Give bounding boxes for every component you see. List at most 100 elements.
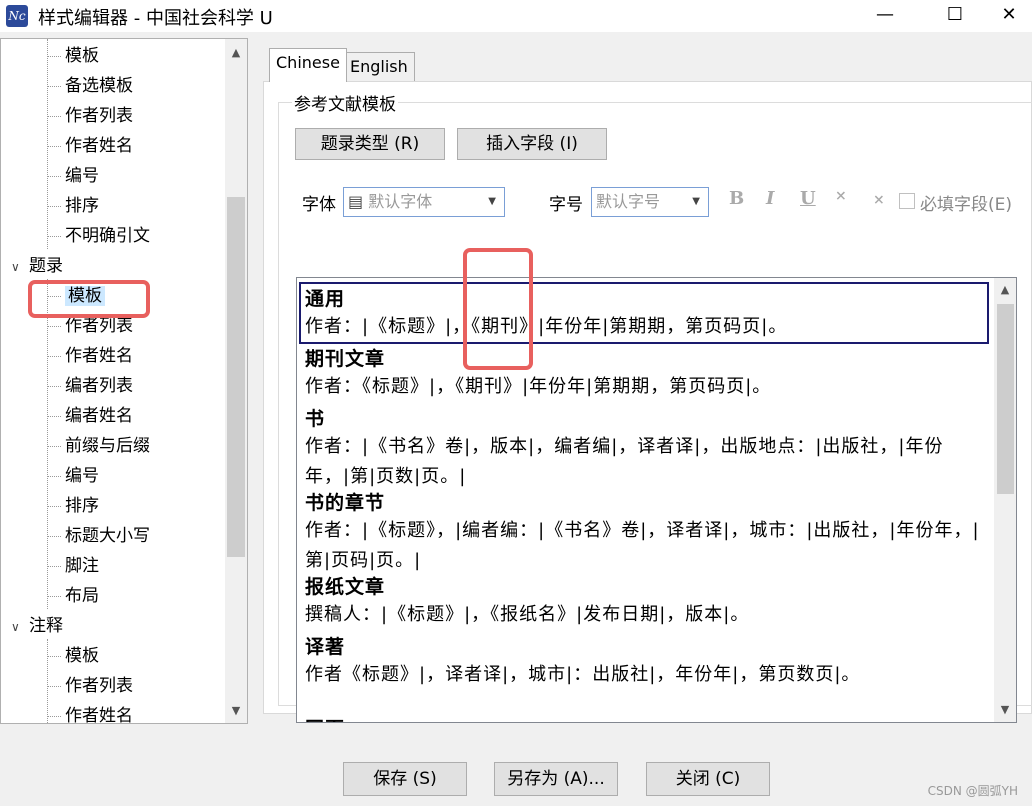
tab-chinese[interactable]: Chinese [269,48,347,82]
tree-item-sort[interactable]: 排序 [47,491,99,521]
tree-item-alt-template[interactable]: 备选模板 [47,71,133,101]
tree-item-label: 不明确引文 [65,226,150,246]
tree-item-author-name[interactable]: 作者姓名 [47,341,133,371]
required-label: 必填字段(E) [920,195,1013,215]
tree-item-numbering[interactable]: 编号 [47,161,99,191]
tree-item-label: 作者列表 [65,316,133,336]
entry-heading: 通用 [305,288,346,310]
tree-item-template[interactable]: 模板 [47,41,99,71]
entry-template: 作者：《标题》|，《期刊》|年份年|第期期，第页码页|。 [305,376,772,397]
tree-item-label: 作者列表 [65,106,133,126]
size-select[interactable]: 默认字号 ▼ [591,187,709,217]
tab-content: 参考文献模板 题录类型 (R) 插入字段 (I) 字体 ▤ 默认字体 ▼ 字号 默… [263,81,1032,723]
bold-button[interactable]: B [729,188,744,209]
ref-type-button[interactable]: 题录类型 (R) [295,128,445,160]
entry-journal[interactable]: 期刊文章 作者：《标题》|，《期刊》|年份年|第期期，第页码页|。 [305,346,985,402]
tree-item-label: 编者列表 [65,376,133,396]
tree-group-bibliography[interactable]: ∨ 题录 [11,251,63,281]
close-button[interactable]: 关闭 (C) [646,762,770,796]
tree-item-label: 编号 [65,166,99,186]
tree-item-label: 排序 [65,196,99,216]
app-logo-icon: Nc [6,5,28,27]
tree-item-ambiguous-cite[interactable]: 不明确引文 [47,221,150,251]
tree-item-label: 布局 [65,586,99,606]
entry-newspaper[interactable]: 报纸文章 撰稿人：|《标题》|，《报纸名》|发布日期|，版本|。 [305,574,985,630]
minimize-button[interactable]: — [862,0,908,32]
style-tree[interactable]: 模板 备选模板 作者列表 作者姓名 编号 排序 不明确引文 ∨ 题录 模板 作者列… [0,38,248,724]
underline-button[interactable]: U [800,188,816,209]
tree-item-label: 作者姓名 [65,706,133,724]
size-value: 默认字号 [596,192,661,211]
tree-item-editor-list[interactable]: 编者列表 [47,371,133,401]
entry-book-chapter[interactable]: 书的章节 作者：|《标题》，|编者编：|《书名》卷|，译者译|，城市：|出版社，|… [305,490,985,576]
entry-heading: 网页 [305,716,985,722]
tree-group-label: 题录 [29,256,63,276]
highlight-annotation [463,248,533,370]
tab-english[interactable]: English [343,52,415,82]
entry-template: 撰稿人：|《标题》|，《报纸名》|发布日期|，版本|。 [305,604,750,625]
save-button[interactable]: 保存 (S) [343,762,467,796]
maximize-button[interactable]: ☐ [932,0,978,32]
chevron-down-icon[interactable]: ∨ [11,612,29,642]
dropdown-arrow-icon: ▼ [488,196,496,207]
tree-item-author-name[interactable]: 作者姓名 [47,701,133,724]
dropdown-arrow-icon: ▼ [692,196,700,207]
entry-template: 作者：|《书名》卷|，版本|，编者编|，译者译|，出版地点：|出版社，|年份年，… [305,436,944,487]
editor-panel: Chinese English 参考文献模板 题录类型 (R) 插入字段 (I)… [263,46,1032,723]
scroll-down-icon[interactable]: ▼ [225,701,247,721]
tree-item-label: 作者姓名 [65,346,133,366]
watermark: CSDN @圆弧YH [927,784,1018,798]
tree-item-label: 模板 [65,46,99,66]
tree-item-author-list[interactable]: 作者列表 [47,671,133,701]
tree-item-label: 标题大小写 [65,526,150,546]
save-as-button[interactable]: 另存为 (A)... [494,762,618,796]
editor-scrollbar[interactable]: ▲ ▼ [994,278,1016,722]
entry-translation[interactable]: 译著作者《标题》|，译者译|，城市|：出版社|，年份年|，第页数页|。 [305,634,985,690]
tree-item-label: 脚注 [65,556,99,576]
font-select[interactable]: ▤ 默认字体 ▼ [343,187,505,217]
tree-item-label: 作者姓名 [65,136,133,156]
scroll-up-icon[interactable]: ▲ [994,280,1016,300]
tree-item-author-list[interactable]: 作者列表 [47,101,133,131]
tree-item-label: 编者姓名 [65,406,133,426]
tree-scrollbar[interactable]: ▲ ▼ [225,39,247,723]
insert-field-button[interactable]: 插入字段 (I) [457,128,607,160]
scroll-down-icon[interactable]: ▼ [994,700,1016,720]
tree-item-label: 模板 [65,646,99,666]
size-label: 字号 [549,195,583,215]
required-checkbox[interactable] [899,193,915,209]
tree-item-layout[interactable]: 布局 [47,581,99,611]
entry-heading: 书 [305,408,326,430]
entry-book[interactable]: 书作者：|《书名》卷|，版本|，编者编|，译者译|，出版地点：|出版社，|年份年… [305,406,985,492]
groupbox-title: 参考文献模板 [292,90,398,115]
font-icon: ▤ [348,192,364,211]
tree-group-notes[interactable]: ∨ 注释 [11,611,63,641]
superscript-button[interactable]: × [835,188,847,204]
font-label: 字体 [302,195,336,215]
chevron-down-icon[interactable]: ∨ [11,252,29,282]
subscript-button[interactable]: × [873,192,885,208]
entry-template: 作者：|《标题》，|编者编：|《书名》卷|，译者译|，城市：|出版社，|年份年，… [305,520,980,571]
tree-item-numbering[interactable]: 编号 [47,461,99,491]
tree-item-prefix-suffix[interactable]: 前缀与后缀 [47,431,150,461]
title-bar: Nc 样式编辑器 - 中国社会科学 U — ☐ ✕ [0,0,1032,32]
entry-webpage[interactable]: 网页 [305,716,985,722]
tree-item-template[interactable]: 模板 [47,641,99,671]
tree-item-sort[interactable]: 排序 [47,191,99,221]
tree-item-footnote[interactable]: 脚注 [47,551,99,581]
window-title: 样式编辑器 - 中国社会科学 U [38,8,273,29]
tree-item-label: 作者列表 [65,676,133,696]
tree-item-editor-name[interactable]: 编者姓名 [47,401,133,431]
italic-button[interactable]: I [766,188,774,209]
entry-template: 作者《标题》|，译者译|，城市|：出版社|，年份年|，第页数页|。 [305,664,861,685]
entry-general[interactable]: 通用 作者：|《标题》|，《期刊》|年份年|第期期，第页码页|。 [305,286,985,342]
scroll-up-icon[interactable]: ▲ [225,43,247,63]
tree-item-author-name[interactable]: 作者姓名 [47,131,133,161]
font-value: 默认字体 [368,192,433,211]
scroll-thumb[interactable] [227,197,245,557]
entry-heading: 译著 [305,636,346,658]
close-window-button[interactable]: ✕ [986,0,1032,32]
scroll-thumb[interactable] [997,304,1014,494]
template-editor[interactable]: 通用 作者：|《标题》|，《期刊》|年份年|第期期，第页码页|。 期刊文章 作者：《… [296,277,1017,723]
tree-item-title-case[interactable]: 标题大小写 [47,521,150,551]
